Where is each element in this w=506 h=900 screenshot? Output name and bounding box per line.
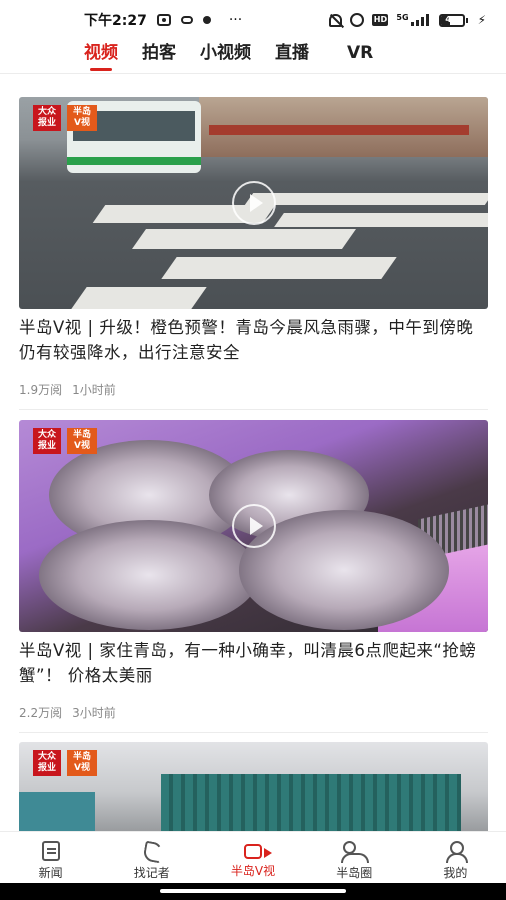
source-logo: 大众 报业 半岛 V视 [33, 750, 97, 776]
source-logo: 大众 报业 半岛 V视 [33, 428, 97, 454]
tab-paike[interactable]: 拍客 [142, 38, 176, 74]
signal-icon [410, 14, 431, 26]
crab-basket [39, 520, 259, 630]
video-thumbnail[interactable]: 大众 报业 半岛 V视 [19, 420, 488, 632]
video-card[interactable]: 大众 报业 半岛 V视 半岛V视 | 家住青岛，有一种小确幸，叫清晨6点爬起来“抢螃… [19, 420, 488, 733]
battery-level: 41 [445, 14, 458, 25]
bottom-navigation: 新闻 找记者 半岛V视 半岛圈 我的 [0, 831, 506, 883]
status-time: 下午2:27 [84, 13, 147, 29]
video-title[interactable]: 半岛V视 | 家住青岛，有一种小确幸，叫清晨6点爬起来“抢螃蟹”！ 价格太美丽 [19, 638, 488, 688]
status-right-icons: HD 5G 41 ⚡ [329, 13, 486, 27]
logo-dazhong: 大众 报业 [33, 428, 61, 454]
logo-dazhong: 大众 报业 [33, 105, 61, 131]
system-navigation-bar [0, 883, 506, 900]
nav-bandao-vshi[interactable]: 半岛V视 [202, 832, 303, 883]
logo-bandao: 半岛 V视 [67, 105, 97, 131]
divider [19, 732, 488, 733]
newspaper-icon [41, 841, 60, 861]
nav-label: 半岛V视 [230, 864, 276, 878]
video-feed[interactable]: 大众 报业 半岛 V视 半岛V视 | 升级！橙色预警！青岛今晨风急雨骤，中午到傍晚仍… [0, 75, 506, 831]
publish-time: 3小时前 [72, 706, 116, 720]
network-label: 5G [396, 12, 409, 22]
home-indicator[interactable] [160, 889, 346, 893]
video-thumbnail[interactable]: 大众 报业 半岛 V视 [19, 97, 488, 309]
nav-label: 我的 [443, 866, 468, 880]
video-meta: 1.9万阅 1小时前 [19, 381, 488, 398]
video-thumbnail[interactable]: 大众 报业 半岛 V视 [19, 742, 488, 831]
nav-label: 半岛圈 [336, 866, 373, 880]
charging-icon: ⚡ [477, 13, 486, 27]
divider [19, 409, 488, 410]
tab-vr[interactable]: VR [347, 38, 373, 74]
video-card[interactable]: 大众 报业 半岛 V视 半岛V视 | 升级！橙色预警！青岛今晨风急雨骤，中午到傍晚仍… [19, 97, 488, 410]
tab-short-video[interactable]: 小视频 [200, 38, 251, 74]
nav-label: 找记者 [133, 866, 170, 880]
nav-me[interactable]: 我的 [405, 832, 506, 883]
view-count: 1.9万阅 [19, 383, 63, 397]
mute-bell-icon [329, 13, 343, 27]
publish-time: 1小时前 [72, 383, 116, 397]
thumbnail-truck [161, 774, 461, 831]
status-bar: 下午2:27 ··· HD 5G 41 ⚡ [0, 0, 506, 40]
person-icon [444, 841, 469, 863]
nav-find-reporter[interactable]: 找记者 [101, 832, 202, 883]
group-icon [341, 841, 370, 863]
source-logo: 大众 报业 半岛 V视 [33, 105, 97, 131]
category-tabs: 视频 拍客 小视频 直播 VR [0, 38, 506, 74]
battery-icon: 41 [438, 13, 468, 27]
video-meta: 2.2万阅 3小时前 [19, 704, 488, 721]
play-icon[interactable] [231, 504, 276, 548]
view-count: 2.2万阅 [19, 706, 63, 720]
nav-bandao-circle[interactable]: 半岛圈 [304, 832, 405, 883]
thumbnail-buildings [199, 97, 488, 157]
thumbnail-truck [19, 792, 95, 831]
video-title[interactable]: 半岛V视 | 升级！橙色预警！青岛今晨风急雨骤，中午到傍晚仍有较强降水，出行注意… [19, 315, 488, 365]
video-camera-icon [244, 844, 272, 859]
more-notifications: ··· [228, 12, 243, 28]
logo-dazhong: 大众 报业 [33, 750, 61, 776]
alarm-icon [350, 13, 365, 27]
phone-icon [141, 841, 163, 861]
cloud-icon [180, 16, 193, 24]
dot-icon [202, 16, 211, 24]
logo-bandao: 半岛 V视 [67, 750, 97, 776]
video-card[interactable]: 大众 报业 半岛 V视 [19, 742, 488, 831]
status-left-icons: ··· [156, 12, 243, 28]
play-icon[interactable] [231, 181, 276, 225]
hd-icon: HD [372, 14, 389, 26]
nav-label: 新闻 [38, 866, 63, 880]
tab-video[interactable]: 视频 [84, 38, 118, 74]
tab-live[interactable]: 直播 [275, 38, 309, 74]
nav-news[interactable]: 新闻 [0, 832, 101, 883]
logo-bandao: 半岛 V视 [67, 428, 97, 454]
screen-record-icon [156, 14, 171, 26]
